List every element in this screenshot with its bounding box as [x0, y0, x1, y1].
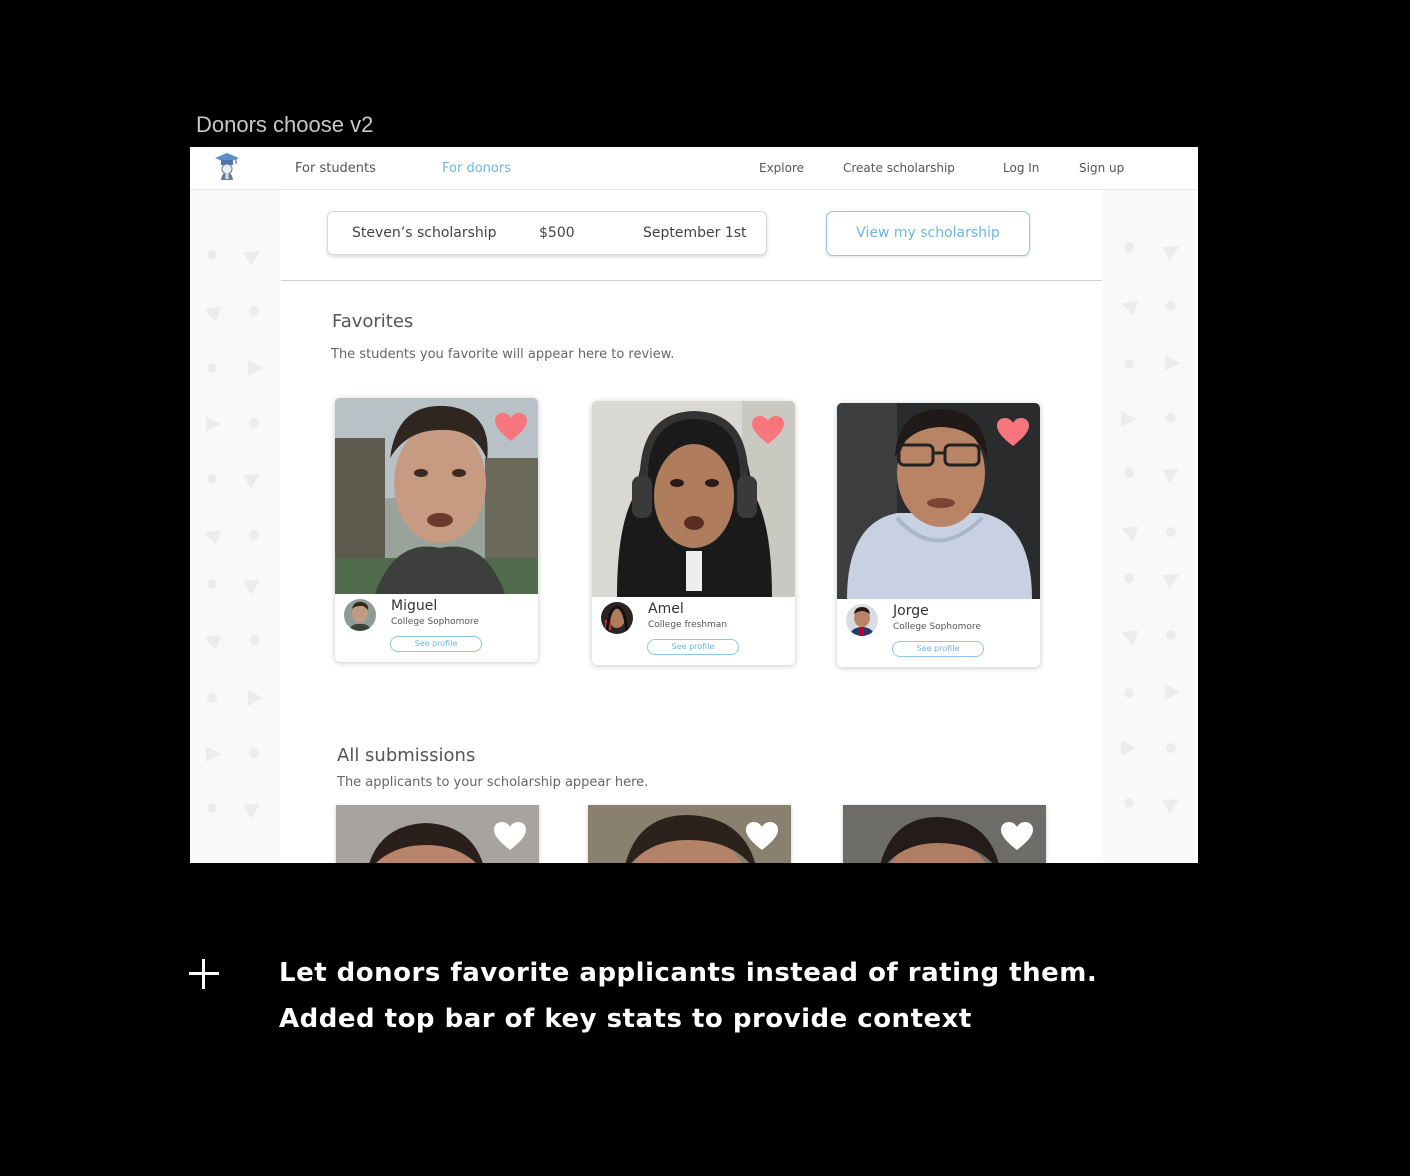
submission-card[interactable] — [336, 805, 539, 863]
heart-icon[interactable] — [745, 821, 779, 851]
section-divider — [281, 280, 1102, 281]
applicant-avatar — [344, 599, 376, 631]
scholarship-stats-bar: Steven’s scholarship $500 September 1st — [327, 211, 767, 255]
heart-favorited-icon[interactable] — [494, 412, 528, 442]
applicant-avatar — [846, 604, 878, 636]
submission-card[interactable] — [588, 805, 791, 863]
applicant-level: College Sophomore — [893, 622, 981, 632]
graduation-cap-logo-icon[interactable] — [214, 151, 240, 181]
applicant-level: College freshman — [648, 620, 728, 630]
app-screen: For students For donors Explore Create s… — [190, 147, 1198, 863]
see-profile-button[interactable]: See profile — [647, 639, 739, 655]
favorite-card[interactable]: Miguel College Sophomore See profile — [335, 398, 538, 662]
nav-sign-up[interactable]: Sign up — [1079, 161, 1124, 175]
nav-for-students[interactable]: For students — [295, 161, 376, 176]
nav-create-scholarship[interactable]: Create scholarship — [843, 161, 955, 175]
nav-log-in[interactable]: Log In — [1003, 161, 1039, 175]
all-submissions-subtitle: The applicants to your scholarship appea… — [337, 775, 649, 790]
right-pattern-background — [1103, 190, 1193, 863]
nav-explore[interactable]: Explore — [759, 161, 804, 175]
nav-for-donors[interactable]: For donors — [442, 161, 511, 176]
applicant-name: Amel — [648, 601, 684, 617]
see-profile-button[interactable]: See profile — [390, 636, 482, 652]
scholarship-amount: $500 — [539, 225, 575, 241]
submission-card[interactable] — [843, 805, 1046, 863]
heart-icon[interactable] — [493, 821, 527, 851]
heart-icon[interactable] — [1000, 821, 1034, 851]
favorites-title: Favorites — [332, 311, 414, 332]
note-line-2: Added top bar of key stats to provide co… — [279, 1004, 972, 1034]
favorite-card[interactable]: Amel College freshman See profile — [592, 401, 795, 665]
scholarship-name: Steven’s scholarship — [352, 225, 497, 241]
favorite-card[interactable]: Jorge College Sophomore See profile — [837, 403, 1040, 667]
applicant-avatar — [601, 602, 633, 634]
heart-favorited-icon[interactable] — [751, 415, 785, 445]
note-line-1: Let donors favorite applicants instead o… — [279, 958, 1098, 988]
applicant-level: College Sophomore — [391, 617, 479, 627]
see-profile-button[interactable]: See profile — [892, 641, 984, 657]
frame-title: Donors choose v2 — [196, 112, 374, 137]
scholarship-deadline: September 1st — [643, 225, 747, 241]
view-my-scholarship-button[interactable]: View my scholarship — [826, 211, 1030, 256]
main-content: Steven’s scholarship $500 September 1st … — [281, 190, 1102, 863]
navbar: For students For donors Explore Create s… — [190, 147, 1198, 190]
all-submissions-title: All submissions — [337, 745, 476, 766]
applicant-name: Miguel — [391, 598, 438, 614]
left-pattern-background — [190, 190, 280, 863]
plus-icon — [188, 958, 220, 990]
applicant-name: Jorge — [893, 603, 929, 619]
favorites-subtitle: The students you favorite will appear he… — [331, 347, 675, 362]
heart-favorited-icon[interactable] — [996, 417, 1030, 447]
